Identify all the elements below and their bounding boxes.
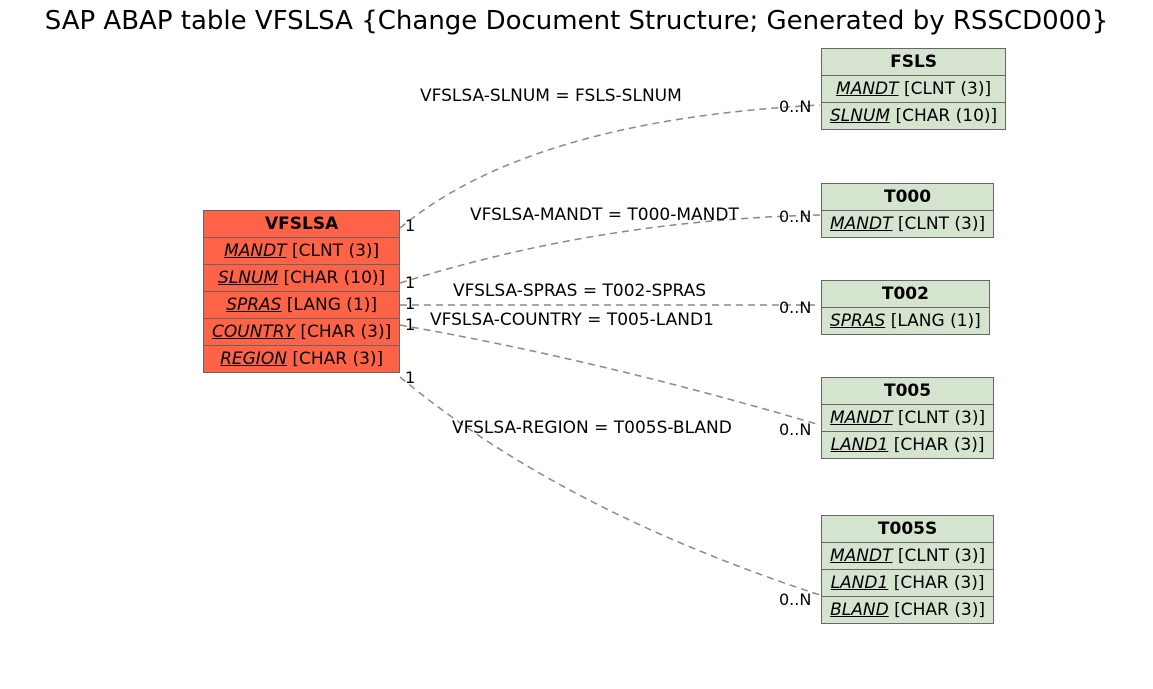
field: MANDT [CLNT (3)] — [822, 76, 1006, 103]
src-card-2: 1 — [405, 294, 415, 313]
entity-title: T005S — [822, 516, 994, 543]
field: LAND1 [CHAR (3)] — [822, 432, 994, 459]
field: LAND1 [CHAR (3)] — [822, 570, 994, 597]
field: SLNUM [CHAR (10)] — [822, 103, 1006, 130]
dst-card-1: 0..N — [779, 207, 811, 226]
field: MANDT [CLNT (3)] — [204, 238, 400, 265]
field: SPRAS [LANG (1)] — [822, 308, 990, 335]
diagram-canvas: { "title": "SAP ABAP table VFSLSA {Chang… — [0, 0, 1153, 689]
field: MANDT [CLNT (3)] — [822, 405, 994, 432]
field: SPRAS [LANG (1)] — [204, 292, 400, 319]
entity-title: T000 — [822, 184, 994, 211]
entity-t005: T005 MANDT [CLNT (3)] LAND1 [CHAR (3)] — [821, 377, 994, 459]
entity-t000: T000 MANDT [CLNT (3)] — [821, 183, 994, 238]
entity-title: FSLS — [822, 49, 1006, 76]
entity-title: T005 — [822, 378, 994, 405]
src-card-1: 1 — [405, 273, 415, 292]
dst-card-0: 0..N — [779, 97, 811, 116]
entity-t005s: T005S MANDT [CLNT (3)] LAND1 [CHAR (3)] … — [821, 515, 994, 624]
dst-card-2: 0..N — [779, 298, 811, 317]
field: SLNUM [CHAR (10)] — [204, 265, 400, 292]
rel-label-2: VFSLSA-SPRAS = T002-SPRAS — [453, 281, 706, 301]
field: BLAND [CHAR (3)] — [822, 597, 994, 624]
dst-card-4: 0..N — [779, 590, 811, 609]
field: MANDT [CLNT (3)] — [822, 543, 994, 570]
src-card-4: 1 — [405, 368, 415, 387]
field: COUNTRY [CHAR (3)] — [204, 319, 400, 346]
rel-label-3: VFSLSA-COUNTRY = T005-LAND1 — [430, 310, 714, 330]
src-card-3: 1 — [405, 315, 415, 334]
entity-title: T002 — [822, 281, 990, 308]
dst-card-3: 0..N — [779, 420, 811, 439]
entity-title: VFSLSA — [204, 211, 400, 238]
field: MANDT [CLNT (3)] — [822, 211, 994, 238]
entity-t002: T002 SPRAS [LANG (1)] — [821, 280, 990, 335]
entity-vfslsa: VFSLSA MANDT [CLNT (3)] SLNUM [CHAR (10)… — [203, 210, 400, 373]
field: REGION [CHAR (3)] — [204, 346, 400, 373]
rel-label-1: VFSLSA-MANDT = T000-MANDT — [470, 205, 739, 225]
rel-label-4: VFSLSA-REGION = T005S-BLAND — [452, 418, 732, 438]
src-card-0: 1 — [405, 216, 415, 235]
rel-label-0: VFSLSA-SLNUM = FSLS-SLNUM — [420, 86, 682, 106]
entity-fsls: FSLS MANDT [CLNT (3)] SLNUM [CHAR (10)] — [821, 48, 1006, 130]
